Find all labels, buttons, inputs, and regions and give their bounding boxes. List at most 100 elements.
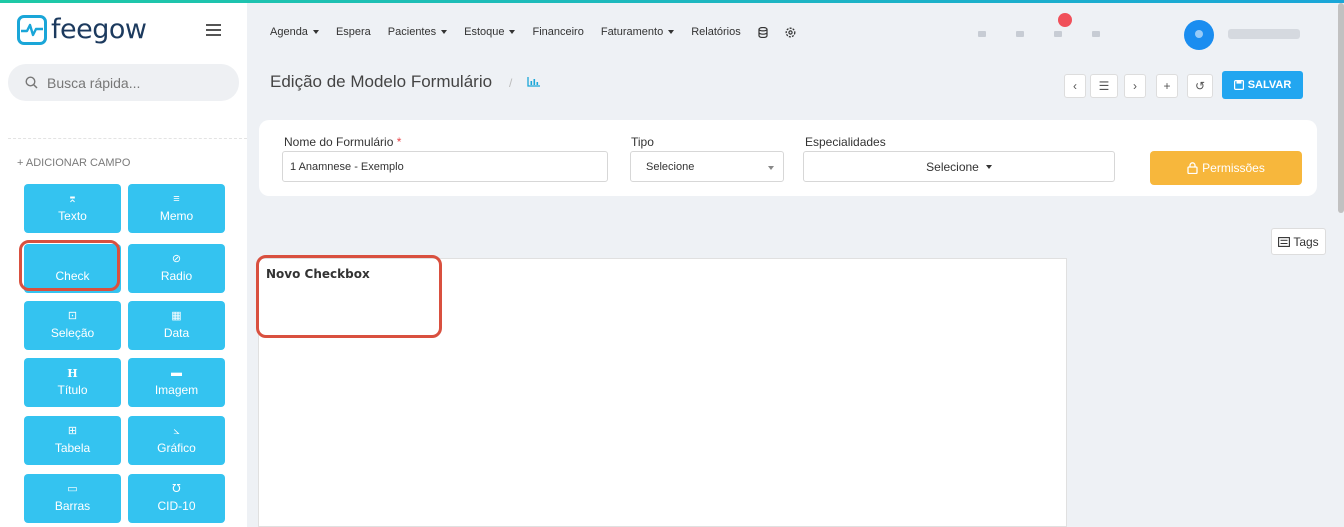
field-button-title[interactable]: H Título	[24, 358, 121, 407]
field-button-image[interactable]: ▬ Imagem	[128, 358, 225, 407]
list-icon: ☰	[1098, 79, 1110, 93]
type-select-value: Selecione	[646, 160, 695, 173]
chart-icon[interactable]	[527, 76, 541, 87]
calendar-icon: ▦	[171, 310, 182, 322]
caret-down-icon	[312, 30, 319, 34]
chart-icon: ⦣	[173, 425, 180, 437]
nav-estoque[interactable]: Estoque	[464, 26, 516, 38]
form-name-label-text: Nome do Formulário	[284, 135, 394, 149]
radio-icon: ⊘	[171, 253, 182, 265]
add-field-heading: + ADICIONAR CAMPO	[17, 157, 131, 169]
field-button-chart[interactable]: ⦣ Gráfico	[128, 416, 225, 465]
nav-label: Espera	[335, 26, 371, 38]
save-button[interactable]: SALVAR	[1222, 71, 1303, 99]
tags-button[interactable]: Tags	[1271, 228, 1326, 255]
nav-label: Agenda	[270, 26, 308, 38]
field-button-label: Imagem	[154, 383, 199, 397]
tags-label: Tags	[1293, 234, 1319, 249]
nav-label: Relatórios	[691, 26, 741, 38]
permissions-button[interactable]: Permissões	[1150, 151, 1302, 185]
history-button[interactable]: ↺	[1187, 74, 1213, 98]
help-icon[interactable]	[1082, 23, 1110, 45]
nav-label: Financeiro	[532, 26, 584, 38]
specialties-multiselect[interactable]: Selecione	[803, 151, 1115, 182]
sidebar-divider	[8, 138, 247, 139]
nav-label: Pacientes	[387, 26, 437, 38]
field-button-label: Memo	[159, 209, 194, 223]
checkbox-highlight-box	[256, 255, 442, 338]
type-select[interactable]: Selecione	[630, 151, 784, 182]
field-button-select[interactable]: ⊡ Seleção	[24, 301, 121, 350]
top-nav: Agenda Espera Pacientes Estoque Financei…	[270, 26, 813, 38]
table-icon: ⊞	[67, 425, 78, 437]
quick-search-input[interactable]: Busca rápida...	[8, 64, 239, 101]
chevron-left-icon: ‹	[1073, 79, 1077, 93]
nav-espera[interactable]: Espera	[336, 26, 371, 38]
field-button-label: Radio	[160, 269, 193, 283]
nav-faturamento[interactable]: Faturamento	[600, 26, 675, 38]
chat-icon[interactable]	[968, 23, 996, 45]
nav-agenda[interactable]: Agenda	[270, 26, 319, 38]
nav-relatorios[interactable]: Relatórios	[691, 26, 741, 38]
caret-down-icon	[668, 30, 675, 34]
notification-badge	[1058, 13, 1072, 27]
previous-button[interactable]: ‹	[1064, 74, 1086, 98]
specialties-select-value: Selecione	[926, 159, 979, 174]
field-button-label: Gráfico	[157, 441, 196, 455]
chevron-down-icon	[768, 166, 774, 170]
stethoscope-icon: ℧	[172, 483, 181, 495]
field-button-label: Data	[163, 326, 190, 340]
field-button-label: Texto	[58, 209, 87, 223]
field-button-label: Tabela	[54, 441, 91, 455]
form-name-input[interactable]: 1 Anamnese - Exemplo	[282, 151, 608, 182]
logo-heart-icon	[17, 14, 47, 45]
next-button[interactable]: ›	[1124, 74, 1146, 98]
nav-financeiro[interactable]: Financeiro	[532, 26, 583, 38]
nav-label: Estoque	[464, 26, 505, 38]
notification-icon[interactable]	[1044, 13, 1072, 45]
caret-down-icon	[509, 30, 516, 34]
nav-settings-icon[interactable]	[785, 26, 796, 38]
field-button-text[interactable]: ⌆ Texto	[24, 184, 121, 233]
text-icon: ⌆	[67, 193, 78, 205]
field-button-memo[interactable]: ≡ Memo	[128, 184, 225, 233]
app-logo[interactable]: feegow	[17, 14, 147, 45]
chevron-right-icon: ›	[1133, 79, 1137, 93]
page-title: Edição de Modelo Formulário	[270, 72, 493, 91]
permissions-label: Permissões	[1202, 161, 1265, 175]
nav-label: Faturamento	[600, 26, 664, 38]
save-label: SALVAR	[1247, 79, 1292, 91]
top-right-icons	[968, 13, 1110, 45]
add-button[interactable]: +	[1156, 74, 1178, 98]
menu-toggle-icon[interactable]	[206, 24, 221, 36]
heading-icon: H	[67, 367, 78, 380]
specialties-label: Especialidades	[805, 135, 886, 149]
field-button-label: Seleção	[50, 326, 95, 340]
list-icon[interactable]	[1006, 23, 1034, 45]
field-button-bars[interactable]: ▭ Barras	[24, 474, 121, 523]
field-button-label: CID-10	[157, 499, 196, 513]
list-view-button[interactable]: ☰	[1090, 74, 1118, 98]
caret-down-icon	[441, 30, 448, 34]
nav-database-icon[interactable]	[758, 26, 768, 38]
history-icon: ↺	[1194, 79, 1206, 93]
user-name-blurred[interactable]	[1228, 29, 1300, 39]
field-button-label: Título	[57, 383, 88, 397]
required-marker: *	[396, 135, 402, 149]
form-name-label: Nome do Formulário *	[284, 135, 401, 149]
image-icon: ▬	[171, 367, 182, 379]
page-scrollbar[interactable]	[1338, 3, 1344, 213]
search-placeholder: Busca rápida...	[47, 74, 141, 91]
form-name-value: 1 Anamnese - Exemplo	[290, 160, 404, 173]
plus-icon: +	[1163, 79, 1171, 93]
field-button-radio[interactable]: ⊘ Radio	[128, 244, 225, 293]
logo-text: feegow	[51, 14, 147, 45]
barcode-icon: ▭	[67, 483, 78, 495]
user-avatar[interactable]	[1184, 20, 1214, 50]
field-button-date[interactable]: ▦ Data	[128, 301, 225, 350]
nav-pacientes[interactable]: Pacientes	[387, 26, 448, 38]
floppy-icon	[1233, 80, 1244, 90]
select-icon: ⊡	[67, 310, 78, 322]
field-button-cid10[interactable]: ℧ CID-10	[128, 474, 225, 523]
field-button-table[interactable]: ⊞ Tabela	[24, 416, 121, 465]
